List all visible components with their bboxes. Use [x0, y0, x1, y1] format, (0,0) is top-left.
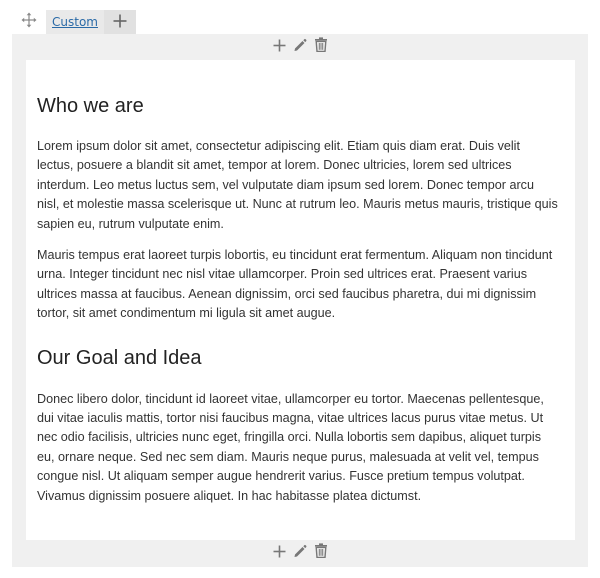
- paragraph-2: Mauris tempus erat laoreet turpis lobort…: [37, 248, 553, 321]
- move-handle[interactable]: [12, 10, 46, 34]
- tab-panel: Who we are Lorem ipsum dolor sit amet, c…: [12, 34, 588, 567]
- paragraph-1: Lorem ipsum dolor sit amet, consectetur …: [37, 139, 558, 231]
- heading-our-goal: Our Goal and Idea: [37, 346, 202, 369]
- plus-icon: [273, 37, 286, 56]
- section-actions-bottom: [12, 542, 588, 562]
- plus-icon: [113, 13, 127, 32]
- delete-section-button[interactable]: [313, 542, 329, 562]
- trash-icon: [314, 36, 328, 56]
- tab-bar: Custom: [12, 10, 136, 34]
- pencil-icon: [293, 37, 307, 56]
- delete-section-button[interactable]: [313, 36, 329, 56]
- edit-section-button[interactable]: [292, 544, 308, 560]
- trash-icon: [314, 542, 328, 562]
- paragraph-3: Donec libero dolor, tincidunt id laoreet…: [37, 391, 544, 503]
- edit-section-button[interactable]: [292, 38, 308, 54]
- text-content: Who we are Lorem ipsum dolor sit amet, c…: [26, 60, 575, 540]
- pencil-icon: [293, 543, 307, 562]
- heading-who-we-are: Who we are: [37, 95, 144, 117]
- add-section-button[interactable]: [271, 38, 287, 54]
- tab-custom[interactable]: Custom: [46, 10, 104, 34]
- plus-icon: [273, 543, 286, 562]
- section-actions-top: [12, 36, 588, 56]
- move-icon: [21, 12, 37, 32]
- add-section-button[interactable]: [271, 544, 287, 560]
- add-tab-button[interactable]: [103, 10, 136, 34]
